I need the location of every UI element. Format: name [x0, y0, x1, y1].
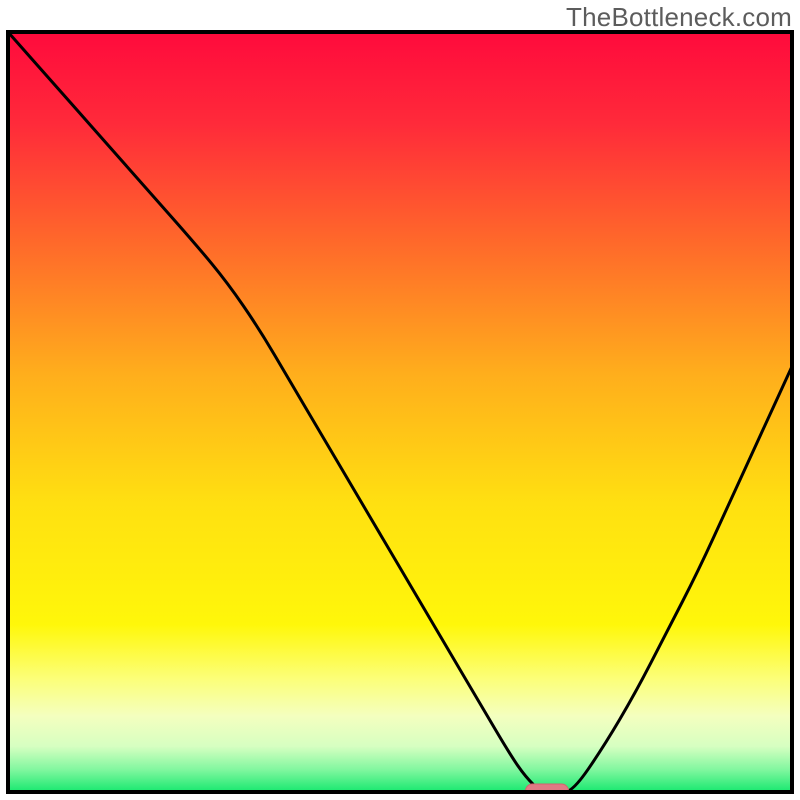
- watermark-text: TheBottleneck.com: [566, 2, 792, 33]
- bottleneck-chart: [0, 0, 800, 800]
- chart-stage: TheBottleneck.com: [0, 0, 800, 800]
- gradient-background: [8, 32, 792, 792]
